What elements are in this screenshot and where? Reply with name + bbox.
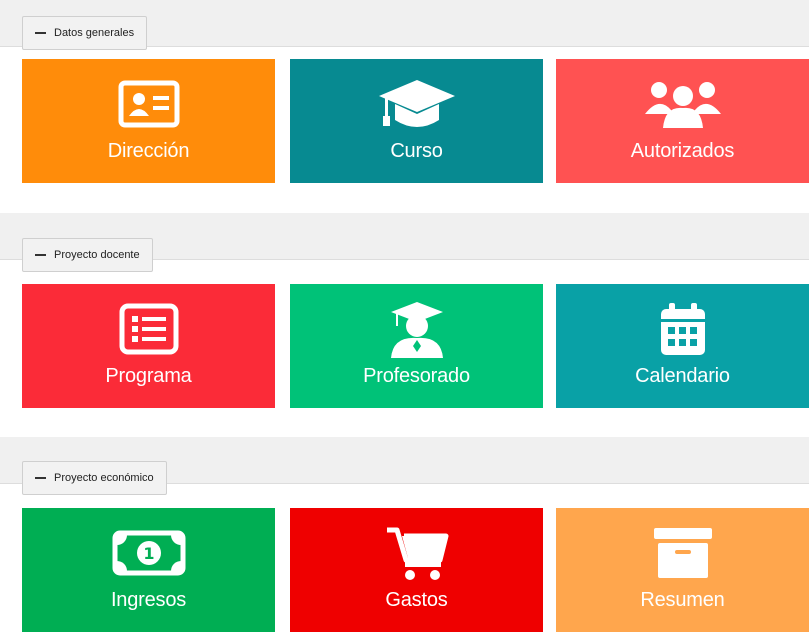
toggle-proyecto-economico[interactable]: Proyecto económico [22,461,167,495]
list-icon [119,300,179,358]
toggle-label: Proyecto económico [54,472,154,484]
tile-calendario[interactable]: Calendario [556,284,809,408]
tile-resumen[interactable]: Resumen [556,508,809,632]
svg-text:1: 1 [143,544,154,563]
minus-icon [35,477,46,479]
tile-label: Programa [105,365,192,387]
tile-label: Calendario [635,365,730,387]
tile-label: Autorizados [630,140,735,162]
calendar-icon [659,300,707,358]
minus-icon [35,32,46,34]
tile-direccion[interactable]: Dirección [22,59,275,183]
money-bill-icon: 1 [112,524,186,582]
tile-autorizados[interactable]: Autorizados [556,59,809,183]
shopping-cart-icon [385,524,449,582]
tile-label: Ingresos [110,589,187,611]
id-card-icon [118,75,180,133]
tile-curso[interactable]: Curso [290,59,543,183]
archive-box-icon [652,524,714,582]
tile-label: Dirección [107,140,190,162]
tile-ingresos[interactable]: 1 Ingresos [22,508,275,632]
toggle-label: Proyecto docente [54,249,140,261]
tile-gastos[interactable]: Gastos [290,508,543,632]
tile-programa[interactable]: Programa [22,284,275,408]
tile-label: Resumen [640,589,725,611]
minus-icon [35,254,46,256]
tile-label: Profesorado [363,365,470,387]
tile-label: Gastos [385,589,448,611]
user-graduate-icon [387,300,447,358]
graduation-cap-icon [377,75,457,133]
toggle-label: Datos generales [54,27,135,39]
tile-label: Curso [390,140,443,162]
tile-profesorado[interactable]: Profesorado [290,284,543,408]
users-icon [643,75,723,133]
toggle-datos-generales[interactable]: Datos generales [22,16,148,50]
toggle-proyecto-docente[interactable]: Proyecto docente [22,238,153,272]
